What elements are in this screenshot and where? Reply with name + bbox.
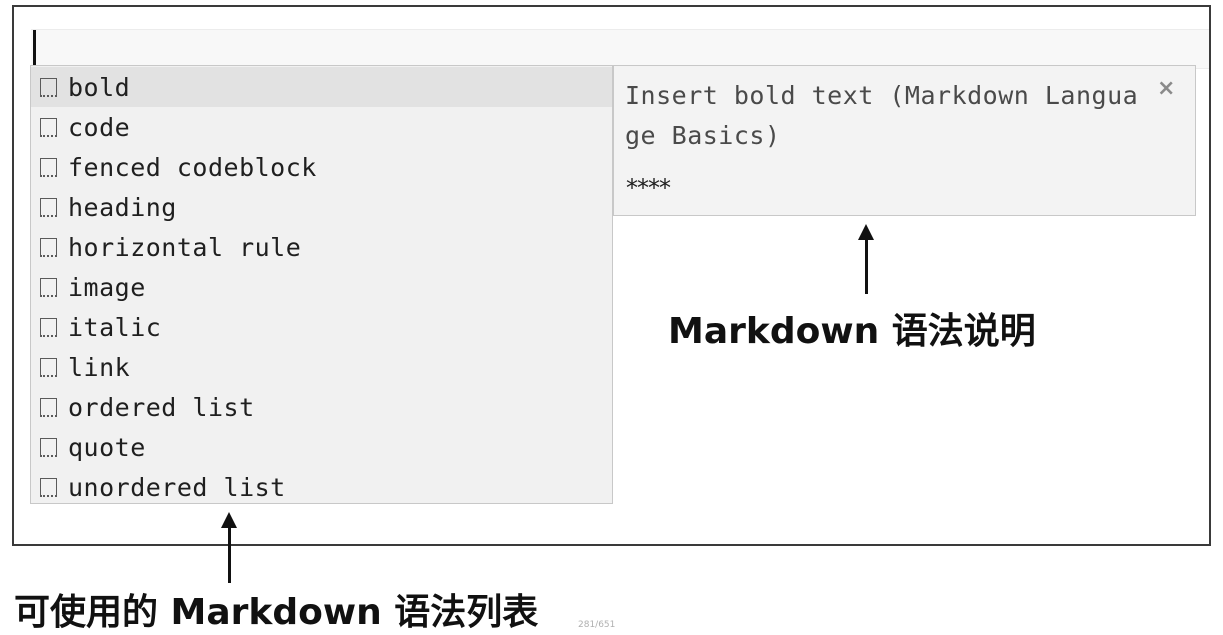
hint-label: quote	[68, 432, 146, 462]
editor-active-line[interactable]	[31, 29, 1209, 69]
arrow-shaft	[228, 526, 231, 583]
snippet-icon	[40, 357, 57, 377]
hint-label: horizontal rule	[68, 232, 302, 262]
snippet-icon	[40, 277, 57, 297]
autocomplete-list[interactable]: bold code fenced codeblock heading horiz…	[30, 65, 613, 504]
hint-item-ordered-list[interactable]: ordered list	[31, 387, 612, 427]
text-caret	[33, 30, 36, 66]
hint-item-bold[interactable]: bold	[31, 67, 612, 107]
hint-label: code	[68, 112, 131, 142]
hint-label: bold	[68, 72, 131, 102]
snippet-icon	[40, 317, 57, 337]
snippet-icon	[40, 477, 57, 497]
hint-item-italic[interactable]: italic	[31, 307, 612, 347]
hint-label: fenced codeblock	[68, 152, 317, 182]
hint-label: unordered list	[68, 472, 286, 502]
close-icon[interactable]: ×	[1157, 76, 1175, 101]
hint-item-image[interactable]: image	[31, 267, 612, 307]
hint-doc-panel: Insert bold text (Markdown Language Basi…	[613, 65, 1196, 216]
snippet-icon	[40, 157, 57, 177]
hint-item-heading[interactable]: heading	[31, 187, 612, 227]
callout-list-label: 可使用的 Markdown 语法列表	[14, 592, 539, 633]
hint-item-horizontal-rule[interactable]: horizontal rule	[31, 227, 612, 267]
hint-item-code[interactable]: code	[31, 107, 612, 147]
hint-label: ordered list	[68, 392, 255, 422]
hint-label: italic	[68, 312, 162, 342]
snippet-icon	[40, 77, 57, 97]
snippet-icon	[40, 197, 57, 217]
snippet-icon	[40, 397, 57, 417]
doc-snippet-preview: ****	[626, 174, 671, 202]
hint-label: image	[68, 272, 146, 302]
snippet-icon	[40, 117, 57, 137]
hint-label: link	[68, 352, 131, 382]
snippet-icon	[40, 237, 57, 257]
page-number: 281/651	[578, 620, 616, 630]
hint-item-fenced-codeblock[interactable]: fenced codeblock	[31, 147, 612, 187]
doc-description: Insert bold text (Markdown Language Basi…	[625, 81, 1139, 150]
hint-label: heading	[68, 192, 177, 222]
hint-item-unordered-list[interactable]: unordered list	[31, 467, 612, 507]
hint-item-link[interactable]: link	[31, 347, 612, 387]
snippet-icon	[40, 437, 57, 457]
arrow-shaft	[865, 238, 868, 294]
callout-doc-label: Markdown 语法说明	[668, 311, 1036, 352]
hint-item-quote[interactable]: quote	[31, 427, 612, 467]
